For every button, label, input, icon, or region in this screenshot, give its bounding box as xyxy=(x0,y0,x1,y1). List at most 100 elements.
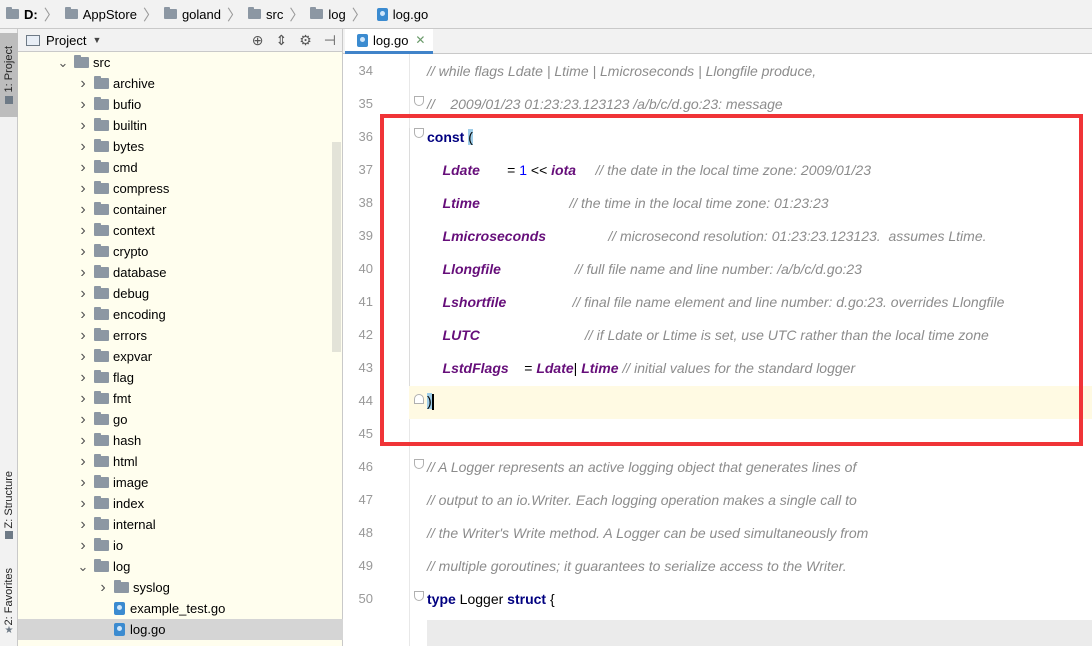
tree-folder-item[interactable]: › builtin xyxy=(18,115,343,136)
collapse-all-icon[interactable]: ⇕ xyxy=(276,32,288,49)
tree-item-label: builtin xyxy=(113,118,147,133)
chevron-right-icon[interactable]: › xyxy=(76,495,90,513)
code-line[interactable]: type Logger struct { xyxy=(427,589,555,609)
tree-folder-item[interactable]: › io xyxy=(18,535,343,556)
code-line[interactable]: // the Writer's Write method. A Logger c… xyxy=(427,523,868,543)
chevron-right-icon: 〉 xyxy=(351,6,367,24)
chevron-right-icon[interactable]: › xyxy=(76,453,90,471)
tree-folder-item[interactable]: › errors xyxy=(18,325,343,346)
tree-folder-item[interactable]: › crypto xyxy=(18,241,343,262)
code-line[interactable]: // multiple goroutines; it guarantees to… xyxy=(427,556,847,576)
folder-icon xyxy=(94,97,109,110)
breadcrumb-goland[interactable]: goland xyxy=(163,0,221,28)
tree-folder-item[interactable]: › expvar xyxy=(18,346,343,367)
tree-folder-item[interactable]: › html xyxy=(18,451,343,472)
code-line[interactable]: // while flags Ldate | Ltime | Lmicrosec… xyxy=(427,61,816,81)
code-token: // while flags Ldate | Ltime | Lmicrosec… xyxy=(427,63,817,79)
tree-item-label: compress xyxy=(113,181,170,196)
chevron-right-icon[interactable]: › xyxy=(76,75,90,93)
tree-folder-item[interactable]: › container xyxy=(18,199,343,220)
tree-folder-item[interactable]: › context xyxy=(18,220,343,241)
chevron-down-icon[interactable]: ▼ xyxy=(92,35,101,45)
tree-folder-item[interactable]: › bytes xyxy=(18,136,343,157)
tree-folder-item[interactable]: › go xyxy=(18,409,343,430)
close-icon[interactable]: ✕ xyxy=(415,33,425,47)
fold-marker-icon[interactable] xyxy=(414,459,424,469)
code-line[interactable]: // A Logger represents an active logging… xyxy=(427,457,856,477)
chevron-right-icon[interactable]: › xyxy=(76,159,90,177)
tree-folder-item[interactable]: › archive xyxy=(18,73,343,94)
tree-folder-item[interactable]: › debug xyxy=(18,283,343,304)
tree-folder-item[interactable]: › image xyxy=(18,472,343,493)
chevron-right-icon[interactable]: › xyxy=(76,348,90,366)
tree-folder-item[interactable]: › syslog xyxy=(18,577,343,598)
tree-folder-item[interactable]: › index xyxy=(18,493,343,514)
chevron-down-icon[interactable]: ⌄ xyxy=(76,559,90,575)
fold-marker-icon[interactable] xyxy=(414,591,424,601)
tree-file-item[interactable]: log.go xyxy=(18,619,343,640)
chevron-right-icon[interactable]: › xyxy=(76,537,90,555)
chevron-right-icon[interactable]: › xyxy=(76,222,90,240)
chevron-right-icon[interactable]: › xyxy=(76,306,90,324)
tree-file-item[interactable]: example_test.go xyxy=(18,598,343,619)
tree-folder-item[interactable]: › bufio xyxy=(18,94,343,115)
tree-folder-item[interactable]: › cmd xyxy=(18,157,343,178)
tree-folder-item[interactable]: › fmt xyxy=(18,388,343,409)
structure-tool-tab[interactable]: Z: Structure xyxy=(0,461,18,549)
tree-folder-item[interactable]: ⌄ src xyxy=(18,52,343,73)
tree-folder-item[interactable]: ⌄ log xyxy=(18,556,343,577)
folder-icon xyxy=(94,118,109,131)
chevron-right-icon[interactable]: › xyxy=(76,474,90,492)
tree-folder-item[interactable]: › encoding xyxy=(18,304,343,325)
line-number: 50 xyxy=(358,591,373,606)
code-line[interactable]: // output to an io.Writer. Each logging … xyxy=(427,490,857,510)
tree-item-label: cmd xyxy=(113,160,138,175)
tree-item-label: crypto xyxy=(113,244,149,259)
tree-folder-item[interactable]: › flag xyxy=(18,367,343,388)
tree-item-label: internal xyxy=(113,517,156,532)
folder-icon xyxy=(94,181,109,194)
chevron-right-icon[interactable]: › xyxy=(76,516,90,534)
tree-folder-item[interactable]: › compress xyxy=(18,178,343,199)
tree-folder-item[interactable]: › internal xyxy=(18,514,343,535)
favorites-tool-tab[interactable]: 2: Favorites ★ xyxy=(0,559,18,645)
chevron-right-icon[interactable]: › xyxy=(76,390,90,408)
breadcrumb-log[interactable]: log xyxy=(310,0,346,28)
chevron-right-icon[interactable]: › xyxy=(76,117,90,135)
project-view-selector[interactable]: Project xyxy=(46,33,86,48)
chevron-right-icon[interactable]: › xyxy=(76,285,90,303)
chevron-right-icon[interactable]: › xyxy=(76,327,90,345)
chevron-right-icon[interactable]: › xyxy=(76,138,90,156)
chevron-down-icon[interactable]: ⌄ xyxy=(56,55,70,71)
fold-marker-icon[interactable] xyxy=(414,96,424,106)
breadcrumb-appstore[interactable]: AppStore xyxy=(64,0,137,28)
chevron-right-icon[interactable]: › xyxy=(76,411,90,429)
line-number: 46 xyxy=(358,459,373,474)
line-number: 38 xyxy=(358,195,373,210)
tree-folder-item[interactable]: › hash xyxy=(18,430,343,451)
folder-icon xyxy=(94,328,109,341)
folder-icon xyxy=(94,433,109,446)
chevron-right-icon[interactable]: › xyxy=(76,264,90,282)
chevron-right-icon[interactable]: › xyxy=(76,369,90,387)
chevron-right-icon[interactable]: › xyxy=(96,579,110,597)
chevron-right-icon[interactable]: › xyxy=(76,180,90,198)
code-line[interactable]: // 2009/01/23 01:23:23.123123 /a/b/c/d.g… xyxy=(427,94,783,114)
chevron-right-icon[interactable]: › xyxy=(76,432,90,450)
tree-item-label: syslog xyxy=(133,580,170,595)
tree-folder-item[interactable]: › database xyxy=(18,262,343,283)
tab-log-go[interactable]: log.go ✕ xyxy=(345,29,434,54)
chevron-right-icon[interactable]: › xyxy=(76,201,90,219)
chevron-right-icon[interactable]: › xyxy=(76,243,90,261)
chevron-right-icon: 〉 xyxy=(142,6,158,24)
gear-icon[interactable]: ⚙ xyxy=(299,32,312,49)
breadcrumb-file[interactable]: log.go xyxy=(373,0,428,28)
hide-panel-icon[interactable]: ⊣ xyxy=(324,32,336,49)
chevron-right-icon[interactable]: › xyxy=(76,96,90,114)
folder-icon xyxy=(94,517,109,530)
project-tool-tab[interactable]: 1: Project xyxy=(0,33,18,117)
breadcrumb-src[interactable]: src xyxy=(248,0,283,28)
breadcrumb-drive[interactable]: D: xyxy=(6,0,38,28)
locate-icon[interactable]: ⊕ xyxy=(252,32,264,49)
folder-icon xyxy=(94,160,109,173)
